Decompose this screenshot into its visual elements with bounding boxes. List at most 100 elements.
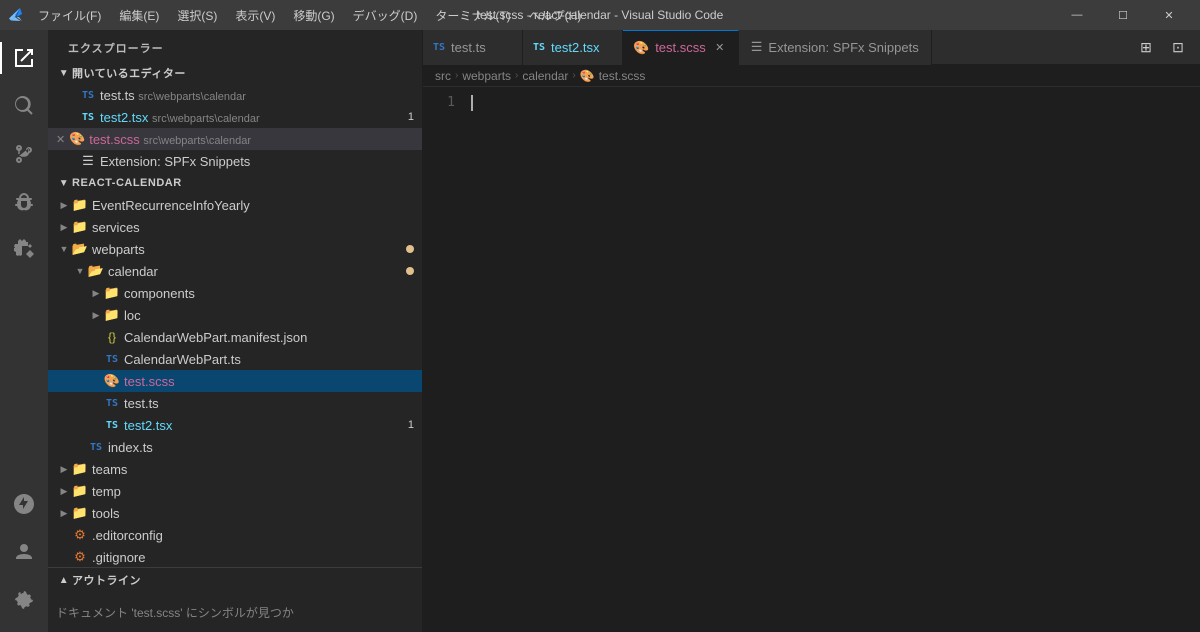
tree-item-loc[interactable]: ▶ 📁 loc	[48, 304, 422, 326]
folder-icon: 📁	[72, 197, 88, 213]
activity-explorer[interactable]	[0, 34, 48, 82]
tree-label-teams: teams	[92, 462, 422, 477]
tree-label-calendar: calendar	[108, 264, 406, 279]
tree-item-tools[interactable]: ▶ 📁 tools	[48, 502, 422, 524]
main-layout: エクスプローラー ▼ 開いているエディター TS test.ts src\web…	[0, 30, 1200, 632]
menu-view[interactable]: 表示(V)	[227, 5, 283, 26]
activity-remote[interactable]	[0, 480, 48, 528]
tree-item-webparts[interactable]: ▼ 📂 webparts	[48, 238, 422, 260]
breadcrumb-label: webparts	[462, 69, 511, 83]
open-editors-list: TS test.ts src\webparts\calendar TS test…	[48, 84, 422, 172]
tree-item-manifest[interactable]: {} CalendarWebPart.manifest.json	[48, 326, 422, 348]
sidebar-content[interactable]: ▼ 開いているエディター TS test.ts src\webparts\cal…	[48, 62, 422, 567]
tree-label-test-ts: test.ts	[124, 396, 422, 411]
breadcrumb-src[interactable]: src	[435, 69, 451, 83]
tree-item-test-ts[interactable]: TS test.ts	[48, 392, 422, 414]
editor-content[interactable]: 1	[423, 87, 1200, 632]
tree-item-calendar[interactable]: ▼ 📂 calendar	[48, 260, 422, 282]
tree-label-index-ts: index.ts	[108, 440, 422, 455]
breadcrumb-file[interactable]: 🎨 test.scss	[580, 69, 646, 83]
tree-item-editorconfig[interactable]: ⚙ .editorconfig	[48, 524, 422, 546]
menu-file[interactable]: ファイル(F)	[30, 5, 109, 26]
tab-test-scss[interactable]: 🎨 test.scss ✕	[623, 30, 739, 65]
tree-item-components[interactable]: ▶ 📁 components	[48, 282, 422, 304]
breadcrumb-webparts[interactable]: webparts	[462, 69, 511, 83]
tab-close-button[interactable]: ✕	[712, 40, 728, 56]
tree-item-services[interactable]: ▶ 📁 services	[48, 216, 422, 238]
split-editor-button[interactable]: ⊞	[1132, 33, 1160, 61]
outline-content: ドキュメント 'test.scss' にシンボルが見つか	[48, 592, 422, 632]
tree-label-webparts: webparts	[92, 242, 406, 257]
tab-bar: TS test.ts TS test2.tsx 🎨 test.scss ✕ ☰ …	[423, 30, 1200, 65]
activity-debug[interactable]	[0, 178, 48, 226]
activity-source-control[interactable]	[0, 130, 48, 178]
tree-label-gitignore: .gitignore	[92, 550, 422, 565]
app-logo	[8, 7, 24, 23]
tree-label: EventRecurrenceInfoYearly	[92, 198, 422, 213]
tab-label: Extension: SPFx Snippets	[768, 40, 918, 55]
git-icon: ⚙	[72, 549, 88, 565]
scss-icon: 🎨	[69, 131, 85, 147]
tree-label-loc: loc	[124, 308, 422, 323]
folder-arrow: ▼	[72, 263, 88, 279]
folder-icon: 📁	[104, 285, 120, 301]
tab-test-ts[interactable]: TS test.ts	[423, 30, 523, 65]
code-area[interactable]	[463, 87, 1200, 632]
menu-debug[interactable]: デバッグ(D)	[345, 5, 426, 26]
activity-search[interactable]	[0, 82, 48, 130]
outline-header[interactable]: ▲ アウトライン	[48, 568, 422, 592]
minimize-button[interactable]: —	[1054, 0, 1100, 30]
folder-open-icon: 📂	[88, 263, 104, 279]
tree-item-index-ts[interactable]: TS index.ts	[48, 436, 422, 458]
menu-edit[interactable]: 編集(E)	[111, 5, 167, 26]
open-editor-test-scss[interactable]: ✕ 🎨 test.scss src\webparts\calendar	[48, 128, 422, 150]
close-icon[interactable]: ✕	[56, 133, 65, 146]
tree-item-gitignore[interactable]: ⚙ .gitignore	[48, 546, 422, 567]
breadcrumb-sep: ›	[572, 70, 575, 81]
project-tree: ▶ 📁 EventRecurrenceInfoYearly ▶ 📁 servic…	[48, 194, 422, 567]
modified-indicator	[406, 245, 414, 253]
tree-item-temp[interactable]: ▶ 📁 temp	[48, 480, 422, 502]
project-header[interactable]: ▼ REACT-CALENDAR	[48, 172, 422, 194]
breadcrumb: src › webparts › calendar › 🎨 test.scss	[423, 65, 1200, 87]
maximize-button[interactable]: ☐	[1100, 0, 1146, 30]
menu-select[interactable]: 選択(S)	[169, 5, 225, 26]
window-controls: — ☐ ✕	[1054, 0, 1192, 30]
modified-indicator	[406, 267, 414, 275]
tree-item-test-scss[interactable]: 🎨 test.scss	[48, 370, 422, 392]
badge-count: 1	[408, 111, 414, 123]
tree-label-test-scss: test.scss	[124, 374, 422, 389]
folder-arrow: ▶	[88, 307, 104, 323]
open-editors-header[interactable]: ▼ 開いているエディター	[48, 62, 422, 84]
tsx-icon: TS	[104, 417, 120, 433]
folder-arrow: ▶	[56, 197, 72, 213]
breadcrumb-label: calendar	[522, 69, 568, 83]
open-editor-label: Extension: SPFx Snippets	[100, 154, 422, 169]
text-cursor	[471, 95, 473, 111]
tree-item-calendarwebpart-ts[interactable]: TS CalendarWebPart.ts	[48, 348, 422, 370]
open-editor-test2-tsx[interactable]: TS test2.tsx src\webparts\calendar 1	[48, 106, 422, 128]
tree-label-test2-tsx: test2.tsx	[124, 418, 408, 433]
tree-item-test2-tsx[interactable]: TS test2.tsx 1	[48, 414, 422, 436]
tree-label-editorconfig: .editorconfig	[92, 528, 422, 543]
menu-go[interactable]: 移動(G)	[285, 5, 342, 26]
breadcrumb-calendar[interactable]: calendar	[522, 69, 568, 83]
tab-extension[interactable]: ☰ Extension: SPFx Snippets	[739, 30, 932, 65]
layout-button[interactable]: ⊡	[1164, 33, 1192, 61]
activity-extensions[interactable]	[0, 226, 48, 274]
breadcrumb-label: test.scss	[599, 69, 646, 83]
activity-account[interactable]	[0, 528, 48, 576]
tree-item-teams[interactable]: ▶ 📁 teams	[48, 458, 422, 480]
tree-item-eventrecurrence[interactable]: ▶ 📁 EventRecurrenceInfoYearly	[48, 194, 422, 216]
open-editor-test-ts[interactable]: TS test.ts src\webparts\calendar	[48, 84, 422, 106]
outline-arrow: ▲	[56, 572, 72, 588]
breadcrumb-label: src	[435, 69, 451, 83]
tab-label: test.scss	[655, 40, 706, 55]
ts-icon: TS	[88, 439, 104, 455]
tab-test2-tsx[interactable]: TS test2.tsx	[523, 30, 623, 65]
activity-settings[interactable]	[0, 576, 48, 624]
close-button[interactable]: ✕	[1146, 0, 1192, 30]
open-editor-extension[interactable]: ☰ Extension: SPFx Snippets	[48, 150, 422, 172]
badge-count: 1	[408, 419, 414, 431]
open-editor-label: test.scss src\webparts\calendar	[89, 132, 422, 147]
